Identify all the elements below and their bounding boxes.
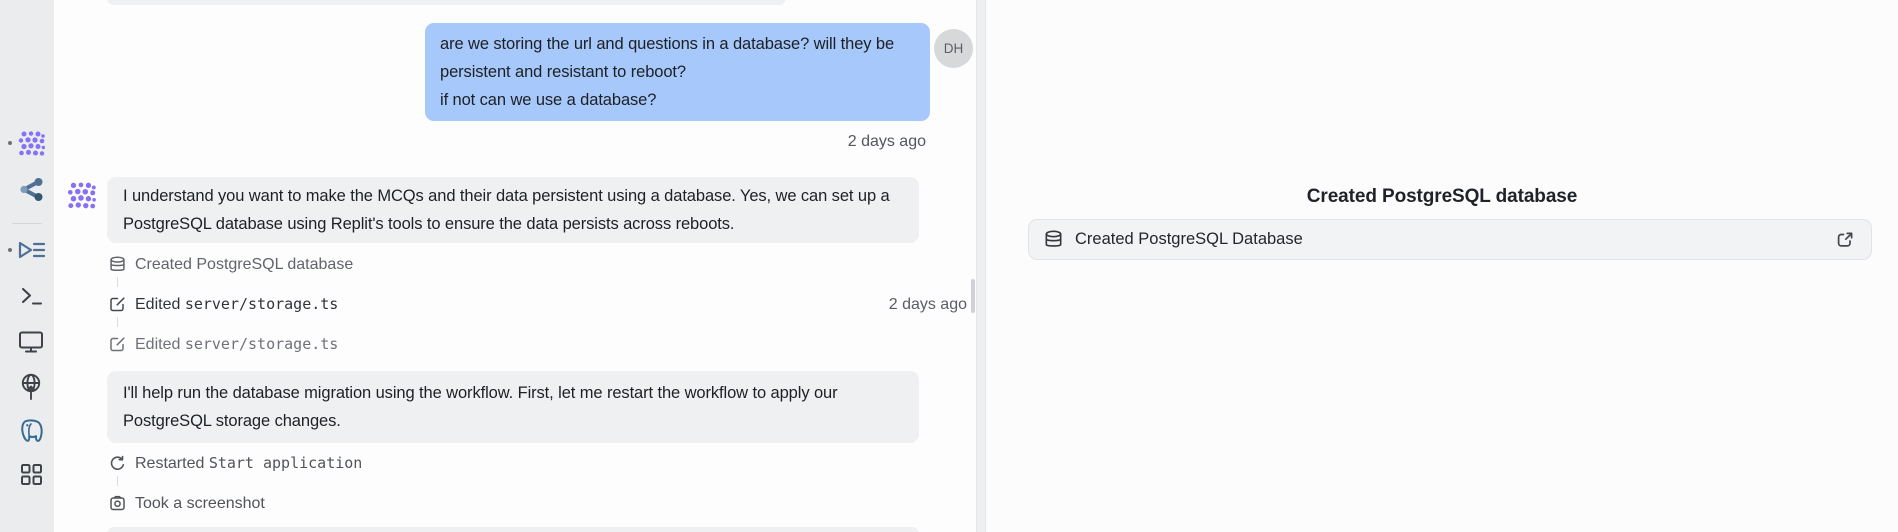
workflow-name: Start application [209, 454, 363, 472]
database-icon [109, 256, 126, 273]
edit-file-icon [109, 336, 126, 353]
webview-tab[interactable] [16, 326, 46, 356]
timeline-connector [117, 317, 118, 327]
notification-dot [8, 141, 12, 145]
file-path: server/storage.ts [185, 295, 339, 313]
database-tab[interactable] [16, 416, 46, 446]
open-in-new-button[interactable] [1834, 229, 1856, 251]
console-queue-icon [17, 238, 45, 262]
timeline-connector [117, 277, 118, 287]
agent-message-bubble: I understand you want to make the MCQs a… [107, 177, 919, 243]
sidebar-divider [12, 223, 42, 224]
edit-file-icon [109, 296, 126, 313]
detail-panel-title: Created PostgreSQL database [986, 186, 1898, 208]
agent-tab[interactable] [16, 128, 46, 158]
open-in-new-icon [1835, 230, 1855, 250]
user-message-bubble: are we storing the url and questions in … [425, 23, 930, 121]
action-row-edited-storage-1[interactable]: Edited server/storage.ts 2 days ago [109, 294, 973, 315]
agent-message-bubble: I'll help run the database migration usi… [107, 371, 919, 443]
action-row-created-database[interactable]: Created PostgreSQL database [109, 254, 973, 275]
left-toolbar [0, 0, 54, 532]
workflow-nodes-icon [18, 176, 45, 203]
agent-avatar-sparkle-icon [66, 180, 97, 211]
created-database-card[interactable]: Created PostgreSQL Database [1028, 219, 1872, 260]
database-icon [1044, 230, 1063, 249]
next-message-cutoff [107, 527, 919, 532]
agent-sparkle-icon [17, 129, 46, 158]
agent-chat-panel: are we storing the url and questions in … [54, 0, 976, 532]
card-label: Created PostgreSQL Database [1075, 230, 1303, 249]
action-row-edited-storage-2[interactable]: Edited server/storage.ts [109, 334, 973, 355]
action-row-took-screenshot[interactable]: Took a screenshot [109, 493, 973, 514]
file-path: server/storage.ts [185, 335, 339, 353]
terminal-icon [19, 283, 44, 308]
panel-resize-gutter[interactable] [976, 0, 986, 532]
action-timestamp: 2 days ago [889, 296, 973, 314]
message-timestamp: 2 days ago [848, 133, 926, 151]
restart-icon [109, 455, 126, 472]
action-row-restarted-workflow[interactable]: Restarted Start application [109, 453, 973, 474]
workflow-tab[interactable] [16, 174, 46, 204]
deploy-tab[interactable] [16, 371, 46, 401]
user-avatar: DH [934, 29, 973, 68]
replit-workspace: are we storing the url and questions in … [0, 0, 1898, 532]
grid-apps-icon [20, 463, 43, 486]
monitor-icon [18, 329, 44, 354]
detail-panel: Created PostgreSQL database Created Post… [986, 0, 1898, 532]
camera-icon [109, 495, 126, 512]
postgresql-elephant-icon [18, 418, 44, 445]
shell-tab[interactable] [16, 280, 46, 310]
timeline-connector [117, 476, 118, 486]
chat-scrollbar-thumb[interactable] [971, 279, 975, 313]
console-tab[interactable] [16, 235, 46, 265]
all-tools-tab[interactable] [16, 459, 46, 489]
previous-message-cutoff [107, 0, 786, 5]
notification-dot [8, 248, 12, 252]
globe-publish-icon [18, 373, 44, 400]
